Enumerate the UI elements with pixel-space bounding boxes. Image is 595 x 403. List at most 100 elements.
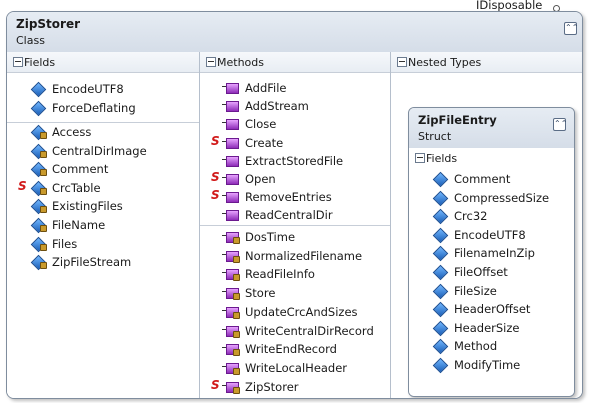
private-lock-icon xyxy=(233,293,240,301)
field-item[interactable]: FilenameInZip xyxy=(409,244,574,262)
field-item[interactable]: ModifyTime xyxy=(409,356,574,374)
method-item[interactable]: NormalizedFilename xyxy=(200,247,390,265)
field-item[interactable]: Comment xyxy=(7,160,199,178)
method-icon xyxy=(226,174,239,185)
method-item[interactable]: Store xyxy=(200,284,390,302)
nested-fields-collapse-icon[interactable] xyxy=(415,153,425,163)
method-name: DosTime xyxy=(245,230,296,244)
private-lock-icon xyxy=(40,225,47,232)
method-name: Store xyxy=(245,286,276,301)
field-icon xyxy=(432,357,449,374)
field-item[interactable]: HeaderSize xyxy=(409,319,574,337)
method-name: AddStream xyxy=(245,99,309,114)
nested-struct-shape[interactable]: ZipFileEntry Struct ⌃⌃ Fields Comment Com… xyxy=(408,107,575,397)
field-item[interactable]: Files xyxy=(7,235,199,253)
field-name: FileSize xyxy=(454,283,497,298)
private-lock-icon xyxy=(40,187,47,195)
method-name: ZipStorer xyxy=(245,379,299,394)
method-item[interactable]: ExtractStoredFile xyxy=(200,152,390,170)
nested-struct-header: ZipFileEntry Struct ⌃⌃ xyxy=(409,108,574,148)
field-icon xyxy=(432,339,449,355)
field-name: CompressedSize xyxy=(454,190,550,205)
field-icon xyxy=(432,171,449,188)
field-name: Method xyxy=(454,339,498,354)
method-item[interactable]: S Create xyxy=(200,134,390,152)
method-name: ReadCentralDir xyxy=(245,208,333,223)
method-item[interactable]: AddStream xyxy=(200,97,390,115)
nested-struct-name: ZipFileEntry xyxy=(418,113,497,127)
methods-section-header[interactable]: Methods xyxy=(200,52,390,73)
method-name: UpdateCrcAndSizes xyxy=(245,304,358,319)
fields-collapse-icon[interactable] xyxy=(13,57,23,67)
private-lock-icon xyxy=(40,132,47,139)
field-icon xyxy=(30,81,47,98)
field-item[interactable]: CompressedSize xyxy=(409,189,574,207)
field-item[interactable]: EncodeUTF8 xyxy=(7,80,199,98)
method-name: WriteEndRecord xyxy=(245,342,337,357)
field-item[interactable]: Comment xyxy=(409,170,574,188)
field-item[interactable]: EncodeUTF8 xyxy=(409,226,574,244)
class-shape[interactable]: ZipStorer Class ⌃⌃ Fields EncodeUTF8 Forc… xyxy=(6,11,583,399)
method-item[interactable]: UpdateCrcAndSizes xyxy=(200,303,390,321)
field-name: Comment xyxy=(52,162,109,177)
static-marker-icon: S xyxy=(211,188,220,203)
method-item[interactable]: WriteEndRecord xyxy=(200,340,390,358)
field-item[interactable]: Access xyxy=(7,123,199,141)
field-item[interactable]: FileName xyxy=(7,216,199,234)
method-icon xyxy=(226,155,239,167)
field-item[interactable]: HeaderOffset xyxy=(409,300,574,318)
method-item[interactable]: ReadFileInfo xyxy=(200,265,390,283)
nested-collapse-icon[interactable]: ⌃⌃ xyxy=(553,118,567,131)
method-item[interactable]: Close xyxy=(200,115,390,133)
method-item[interactable]: S Open xyxy=(200,170,390,188)
field-item[interactable]: FileOffset xyxy=(409,263,574,281)
field-item[interactable]: Method xyxy=(409,337,574,355)
method-icon xyxy=(226,101,239,113)
field-item[interactable]: ForceDeflating xyxy=(7,99,199,117)
method-item[interactable]: ReadCentralDir xyxy=(200,206,390,224)
field-item[interactable]: CentralDirImage xyxy=(7,142,199,160)
method-name: ReadFileInfo xyxy=(245,267,315,282)
field-name: Comment xyxy=(454,172,511,186)
method-item[interactable]: WriteLocalHeader xyxy=(200,359,390,377)
field-name: ZipFileStream xyxy=(52,255,132,270)
nested-types-section-label: Nested Types xyxy=(408,56,482,69)
fields-section-header[interactable]: Fields xyxy=(7,52,199,73)
field-icon xyxy=(432,320,449,337)
method-item[interactable]: WriteCentralDirRecord xyxy=(200,322,390,340)
method-name: WriteLocalHeader xyxy=(245,360,348,375)
field-item[interactable]: FileSize xyxy=(409,282,574,300)
nested-fields-header[interactable]: Fields xyxy=(409,148,574,168)
private-lock-icon xyxy=(40,169,47,177)
static-marker-icon: S xyxy=(211,377,220,392)
nested-types-section-header[interactable]: Nested Types xyxy=(391,52,582,73)
private-lock-icon xyxy=(233,330,240,338)
method-icon xyxy=(226,83,239,94)
field-name: ModifyTime xyxy=(454,358,521,372)
field-item[interactable]: Crc32 xyxy=(409,207,574,225)
private-lock-icon xyxy=(233,237,240,244)
method-name: AddFile xyxy=(245,81,287,95)
method-item[interactable]: DosTime xyxy=(200,228,390,246)
nested-types-column: Nested Types ZipFileEntry Struct ⌃⌃ Fiel… xyxy=(391,52,582,398)
method-name: WriteCentralDirRecord xyxy=(245,323,374,338)
field-name: ForceDeflating xyxy=(52,100,136,115)
field-item[interactable]: ExistingFiles xyxy=(7,197,199,215)
method-item[interactable]: S RemoveEntries xyxy=(200,188,390,206)
private-lock-icon xyxy=(40,262,47,270)
methods-column: Methods AddFile AddStream Close S Create Extr… xyxy=(200,52,390,398)
class-collapse-icon[interactable]: ⌃⌃ xyxy=(564,22,578,35)
private-lock-icon xyxy=(233,311,240,319)
method-item[interactable]: AddFile xyxy=(200,79,390,97)
static-marker-icon: S xyxy=(211,133,220,148)
nested-types-collapse-icon[interactable] xyxy=(397,57,407,67)
methods-collapse-icon[interactable] xyxy=(206,57,216,67)
private-lock-icon xyxy=(233,386,240,394)
field-item[interactable]: ZipFileStream xyxy=(7,253,199,271)
method-item[interactable]: S ZipStorer xyxy=(200,378,390,396)
field-name: ExistingFiles xyxy=(52,199,123,214)
method-name: NormalizedFilename xyxy=(245,248,363,263)
method-icon xyxy=(226,192,239,204)
field-item[interactable]: S CrcTable xyxy=(7,179,199,197)
field-name: HeaderOffset xyxy=(454,302,531,317)
